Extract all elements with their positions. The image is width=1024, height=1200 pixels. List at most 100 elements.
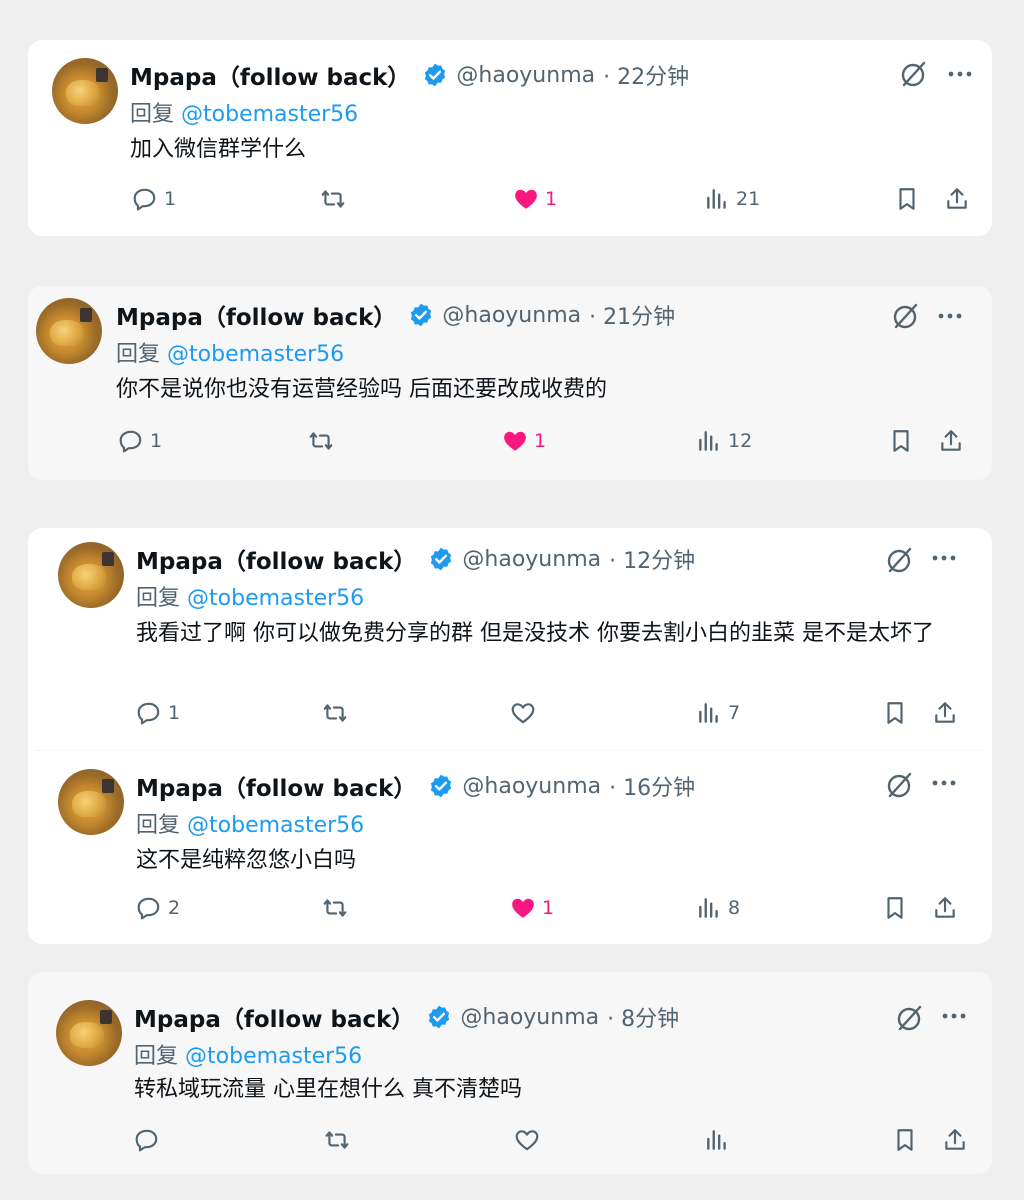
views-button[interactable]: 7: [696, 700, 740, 726]
reply-count: 1: [164, 188, 177, 210]
retweet-icon: [323, 704, 347, 722]
bookmark-button[interactable]: [882, 895, 908, 921]
tweet-card: Mpapa（follow back） @haoyunma · 22分钟 回复 @…: [28, 40, 992, 236]
views-count: 7: [728, 702, 741, 724]
views-count: 8: [728, 897, 741, 919]
bookmark-button[interactable]: [882, 700, 908, 726]
views-button[interactable]: [704, 1127, 736, 1153]
like-count: 1: [542, 897, 555, 919]
heart-filled-icon: [512, 898, 534, 918]
tweet-time[interactable]: · 12分钟: [609, 543, 695, 575]
bookmark-button[interactable]: [894, 186, 920, 212]
author-handle[interactable]: @haoyunma: [456, 63, 595, 88]
reply-button[interactable]: 1: [136, 700, 180, 726]
author-name[interactable]: Mpapa（follow back）: [136, 769, 416, 803]
heart-filled-icon: [504, 431, 526, 451]
reply-button[interactable]: 1: [132, 186, 176, 212]
tweet-1[interactable]: Mpapa（follow back） @haoyunma · 22分钟 回复 @…: [28, 40, 992, 236]
views-icon: [707, 1130, 726, 1150]
retweet-button[interactable]: [308, 428, 340, 454]
bookmark-icon: [893, 430, 909, 452]
grok-icon[interactable]: [884, 769, 916, 801]
grok-icon[interactable]: [894, 1002, 926, 1034]
like-button[interactable]: [510, 700, 542, 726]
tweet-4[interactable]: Mpapa（follow back） @haoyunma · 16分钟 回复 @…: [28, 751, 992, 944]
grok-icon[interactable]: [898, 58, 930, 90]
share-icon: [945, 1129, 965, 1150]
bookmark-icon: [897, 1129, 913, 1151]
more-options-icon[interactable]: [944, 58, 976, 90]
retweet-button[interactable]: [324, 1127, 356, 1153]
more-options-icon[interactable]: [928, 767, 960, 799]
share-button[interactable]: [932, 895, 958, 921]
verified-badge-icon: [411, 303, 432, 327]
like-button[interactable]: 1: [502, 428, 546, 454]
bookmark-button[interactable]: [892, 1127, 918, 1153]
share-button[interactable]: [938, 428, 964, 454]
tweet-text: 你不是说你也没有运营经验吗 后面还要改成收费的: [116, 377, 607, 402]
reply-mention-link[interactable]: @tobemaster56: [187, 813, 364, 838]
like-button[interactable]: [514, 1127, 546, 1153]
views-button[interactable]: 12: [696, 428, 752, 454]
views-count: 21: [736, 188, 761, 210]
share-button[interactable]: [944, 186, 970, 212]
reply-icon: [135, 1129, 158, 1152]
author-handle[interactable]: @haoyunma: [460, 1005, 599, 1030]
views-button[interactable]: 8: [696, 895, 740, 921]
author-name[interactable]: Mpapa（follow back）: [130, 58, 410, 92]
like-button[interactable]: 1: [510, 895, 554, 921]
author-handle[interactable]: @haoyunma: [442, 303, 581, 328]
reply-icon: [137, 897, 160, 920]
reply-button[interactable]: 2: [136, 895, 180, 921]
heart-filled-icon: [515, 189, 537, 209]
retweet-button[interactable]: [320, 186, 352, 212]
retweet-icon: [323, 899, 347, 917]
tweet-card: Mpapa（follow back） @haoyunma · 21分钟 回复 @…: [28, 286, 992, 480]
tweet-card: Mpapa（follow back） @haoyunma · 12分钟 回复 @…: [28, 528, 992, 944]
reply-button[interactable]: [134, 1127, 166, 1153]
avatar[interactable]: [58, 542, 124, 608]
reply-button[interactable]: 1: [118, 428, 162, 454]
avatar[interactable]: [56, 1000, 122, 1066]
bookmark-button[interactable]: [888, 428, 914, 454]
views-button[interactable]: 21: [704, 186, 760, 212]
more-options-icon[interactable]: [938, 1000, 970, 1032]
tweet-2[interactable]: Mpapa（follow back） @haoyunma · 21分钟 回复 @…: [28, 286, 992, 480]
grok-icon[interactable]: [890, 300, 922, 332]
author-name[interactable]: Mpapa（follow back）: [136, 542, 416, 576]
bookmark-icon: [899, 188, 915, 210]
avatar[interactable]: [58, 769, 124, 835]
tweet-time[interactable]: · 16分钟: [609, 770, 695, 802]
tweet-text: 我看过了啊 你可以做免费分享的群 但是没技术 你要去割小白的韭菜 是不是太坏了: [136, 621, 934, 646]
share-button[interactable]: [942, 1127, 968, 1153]
tweet-card: Mpapa（follow back） @haoyunma · 8分钟 回复 @t…: [28, 972, 992, 1174]
author-handle[interactable]: @haoyunma: [462, 547, 601, 572]
tweet-time[interactable]: · 8分钟: [607, 1001, 679, 1033]
reply-mention-link[interactable]: @tobemaster56: [181, 102, 358, 127]
more-options-icon[interactable]: [928, 542, 960, 574]
share-icon: [935, 897, 955, 918]
views-count: 12: [728, 430, 753, 452]
like-button[interactable]: 1: [513, 186, 557, 212]
reply-mention-link[interactable]: @tobemaster56: [187, 586, 364, 611]
tweet-time[interactable]: · 22分钟: [603, 59, 689, 91]
reply-context: 回复 @tobemaster56: [116, 342, 345, 367]
tweet-time[interactable]: · 21分钟: [589, 299, 675, 331]
like-count: 1: [545, 188, 558, 210]
retweet-button[interactable]: [322, 895, 354, 921]
author-handle[interactable]: @haoyunma: [462, 774, 601, 799]
grok-icon[interactable]: [884, 544, 916, 576]
avatar[interactable]: [36, 298, 102, 364]
avatar[interactable]: [52, 58, 118, 124]
author-name[interactable]: Mpapa（follow back）: [134, 1000, 414, 1034]
reply-mention-link[interactable]: @tobemaster56: [167, 342, 344, 367]
reply-mention-link[interactable]: @tobemaster56: [185, 1044, 362, 1069]
author-name[interactable]: Mpapa（follow back）: [116, 298, 396, 332]
reply-icon: [119, 430, 142, 453]
retweet-button[interactable]: [322, 700, 354, 726]
tweet-5[interactable]: Mpapa（follow back） @haoyunma · 8分钟 回复 @t…: [28, 972, 992, 1174]
more-options-icon[interactable]: [934, 300, 966, 332]
share-button[interactable]: [932, 700, 958, 726]
retweet-icon: [309, 432, 333, 450]
tweet-3[interactable]: Mpapa（follow back） @haoyunma · 12分钟 回复 @…: [28, 528, 992, 750]
